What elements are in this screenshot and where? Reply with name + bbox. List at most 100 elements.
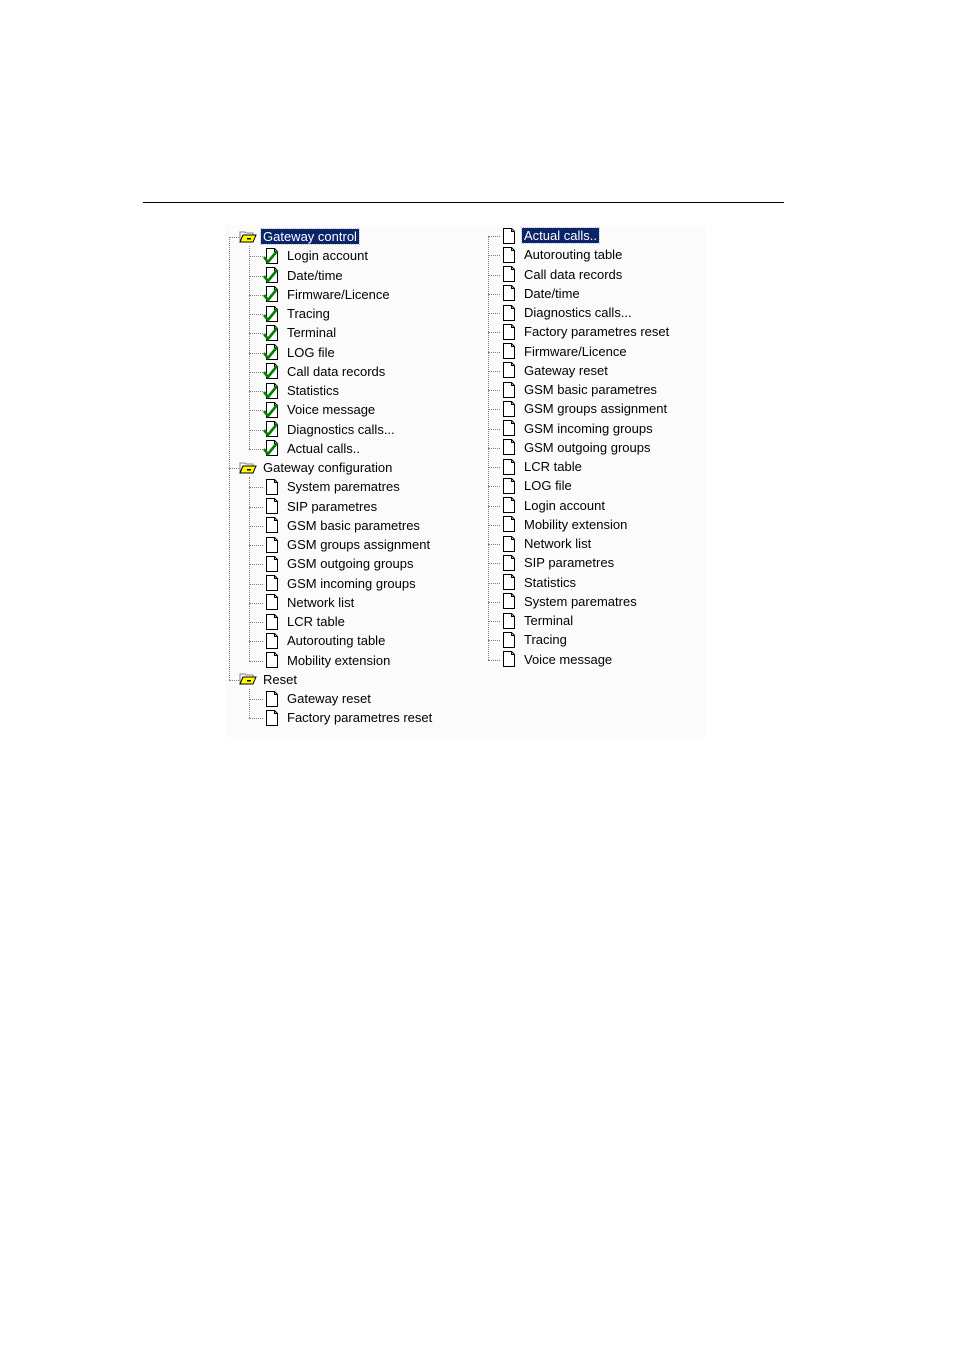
- tree-node-label: System parematres: [287, 479, 400, 495]
- tree-connector: [249, 246, 250, 449]
- tree-item-node[interactable]: GSM outgoing groups: [263, 554, 415, 573]
- tree-connector: [249, 525, 263, 527]
- tree-connector: [229, 237, 239, 238]
- tree-node-label: Voice message: [524, 651, 613, 667]
- tree-connector: [488, 544, 500, 545]
- tree-item-node[interactable]: System parematres: [500, 592, 639, 611]
- page-icon: [500, 631, 518, 649]
- tree-item-node[interactable]: GSM incoming groups: [500, 419, 655, 438]
- tree-item-node[interactable]: Factory parametres reset: [263, 708, 434, 727]
- tree-item-node[interactable]: System parematres: [263, 477, 402, 496]
- folder-open-icon: [239, 670, 257, 688]
- tree-connector: [249, 410, 263, 412]
- tree-item-node[interactable]: Date/time: [262, 266, 345, 285]
- tree-item-node[interactable]: LCR table: [263, 612, 347, 631]
- tree-item-node[interactable]: Login account: [262, 246, 370, 265]
- tree-group-node[interactable]: Reset: [239, 670, 299, 689]
- tree-item-node[interactable]: LOG file: [500, 476, 574, 495]
- tree-item-node[interactable]: GSM groups assignment: [500, 399, 669, 418]
- tree-item-node[interactable]: Terminal: [262, 323, 338, 342]
- tree-connector: [249, 256, 263, 258]
- tree-node-label: Voice message: [287, 402, 376, 418]
- tree-item-node[interactable]: GSM groups assignment: [263, 535, 432, 554]
- tree-item-node[interactable]: GSM incoming groups: [263, 574, 418, 593]
- tree-node-label: Reset: [263, 671, 297, 687]
- tree-item-node[interactable]: Network list: [263, 593, 356, 612]
- tree-item-node[interactable]: Terminal: [500, 611, 575, 630]
- tree-connector: [249, 718, 263, 720]
- tree-node-label: Firmware/Licence: [524, 343, 627, 359]
- tree-item-node[interactable]: GSM outgoing groups: [500, 438, 652, 457]
- tree-item-node[interactable]: Firmware/Licence: [262, 285, 392, 304]
- page-icon: [263, 690, 281, 708]
- tree-item-node[interactable]: Tracing: [500, 630, 569, 649]
- tree-connector: [249, 699, 263, 700]
- tree-item-node[interactable]: GSM basic parametres: [263, 516, 422, 535]
- tree-item-node[interactable]: Voice message: [262, 400, 377, 419]
- tree-item-node[interactable]: Statistics: [262, 381, 341, 400]
- tree-node-label: GSM outgoing groups: [524, 439, 651, 455]
- tree-connector: [229, 468, 239, 469]
- page-icon: [500, 515, 518, 533]
- tree-item-node[interactable]: Actual calls..: [262, 439, 362, 458]
- tree-node-label: Diagnostics calls...: [287, 421, 395, 437]
- page-icon: [500, 458, 518, 476]
- tree-group-node[interactable]: Gateway configuration: [239, 458, 394, 477]
- page-check-icon: [262, 382, 281, 400]
- tree-node-label: Factory parametres reset: [524, 324, 670, 340]
- tree-connector: [488, 332, 500, 334]
- tree-item-node[interactable]: Factory parametres reset: [500, 322, 671, 341]
- tree-item-node[interactable]: SIP parametres: [500, 553, 616, 572]
- tree-node-label: Date/time: [287, 267, 343, 283]
- tree-item-node[interactable]: Network list: [500, 534, 593, 553]
- tree-connector: [249, 391, 263, 392]
- page-icon: [500, 227, 518, 245]
- tree-connector: [488, 505, 500, 507]
- tree-item-node[interactable]: Date/time: [500, 284, 582, 303]
- tree-node-label: Diagnostics calls...: [524, 305, 632, 320]
- tree-node-label: Gateway reset: [524, 362, 608, 378]
- tree-item-node[interactable]: Tracing: [262, 304, 332, 323]
- tree-group-node[interactable]: Gateway control: [239, 227, 360, 246]
- tree-item-node[interactable]: Mobility extension: [500, 515, 629, 534]
- tree-item-node[interactable]: Login account: [500, 496, 607, 515]
- tree-item-node[interactable]: Voice message: [500, 650, 614, 669]
- page-icon: [500, 304, 518, 322]
- tree-connector: [488, 409, 500, 411]
- page-icon: [500, 246, 518, 264]
- tree-node-label: Actual calls..: [521, 227, 600, 244]
- tree-connector: [488, 486, 500, 488]
- tree-connector: [249, 487, 263, 489]
- tree-node-label: Terminal: [524, 613, 574, 628]
- tree-connector: [488, 236, 500, 237]
- tree-item-node[interactable]: Autorouting table: [500, 245, 624, 264]
- page-icon: [263, 632, 281, 650]
- tree-item-node[interactable]: Diagnostics calls...: [262, 420, 397, 439]
- page-icon: [263, 555, 281, 573]
- tree-connector: [488, 621, 500, 622]
- tree-item-node[interactable]: Call data records: [262, 362, 387, 381]
- tree-item-node[interactable]: Statistics: [500, 573, 578, 592]
- page-icon: [263, 478, 281, 496]
- page-icon: [500, 592, 518, 610]
- tree-item-node[interactable]: Actual calls..: [500, 226, 600, 245]
- tree-connector: [488, 563, 500, 565]
- tree-node-label: GSM basic parametres: [524, 382, 657, 397]
- tree-connector: [488, 582, 500, 584]
- tree-connector: [249, 314, 263, 315]
- tree-item-node[interactable]: Mobility extension: [263, 651, 392, 670]
- tree-item-node[interactable]: SIP parametres: [263, 497, 379, 516]
- tree-item-node[interactable]: GSM basic parametres: [500, 380, 659, 399]
- tree-item-node[interactable]: Call data records: [500, 265, 624, 284]
- tree-item-node[interactable]: Gateway reset: [263, 689, 373, 708]
- tree-item-node[interactable]: Firmware/Licence: [500, 342, 629, 361]
- tree-item-node[interactable]: Diagnostics calls...: [500, 303, 634, 322]
- tree-item-node[interactable]: Autorouting table: [263, 631, 387, 650]
- tree-item-node[interactable]: LOG file: [262, 343, 337, 362]
- tree-node-label: GSM outgoing groups: [287, 556, 414, 572]
- tree-node-label: Network list: [287, 594, 355, 610]
- tree-connector: [249, 371, 263, 373]
- tree-item-node[interactable]: Gateway reset: [500, 361, 610, 380]
- page-icon: [500, 477, 518, 495]
- tree-item-node[interactable]: LCR table: [500, 457, 584, 476]
